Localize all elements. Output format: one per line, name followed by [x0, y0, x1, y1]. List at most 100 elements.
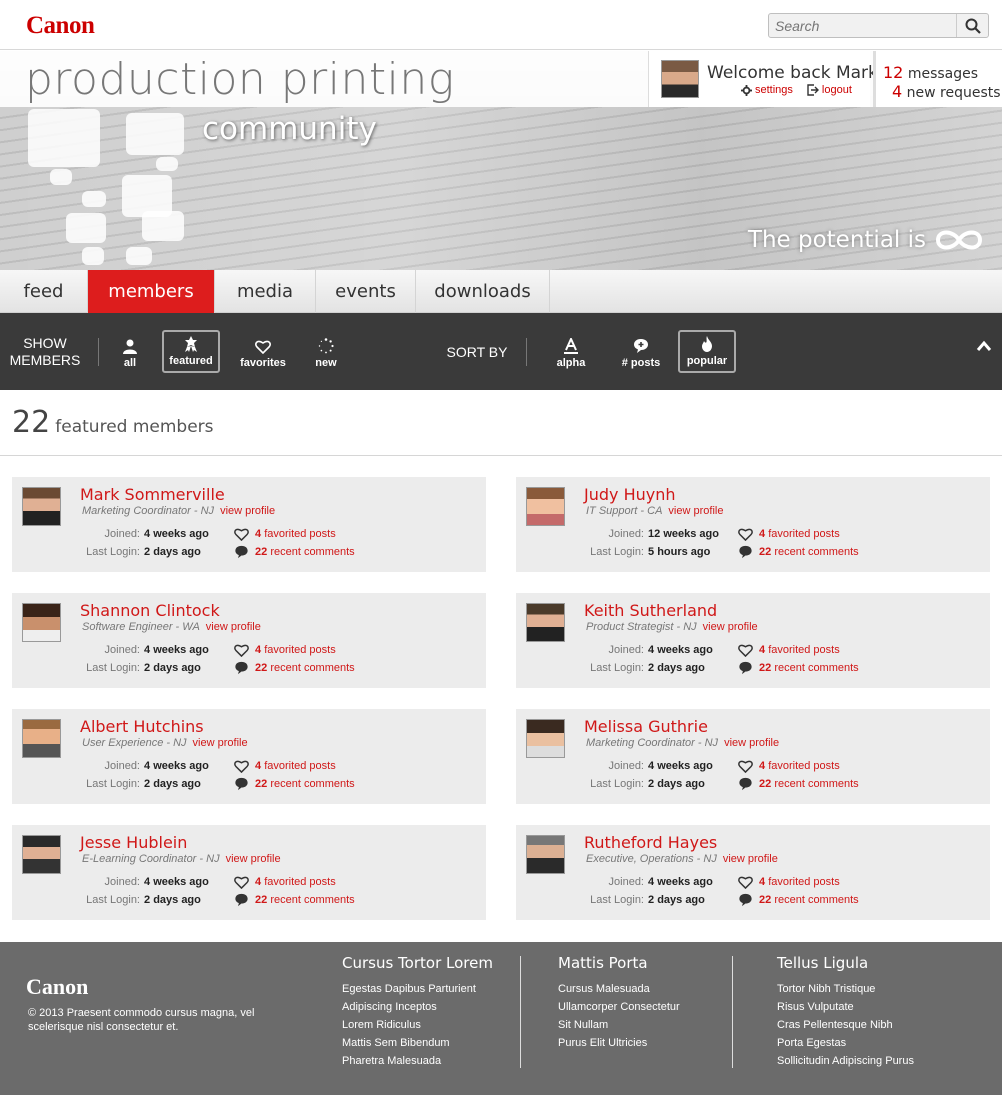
footer-link[interactable]: Mattis Sem Bibendum — [342, 1034, 493, 1052]
footer: Canon © 2013 Praesent commodo cursus mag… — [0, 942, 1002, 1095]
recent-comments-link[interactable]: 22 recent comments — [234, 891, 355, 909]
footer-link[interactable]: Cras Pellentesque Nibh — [777, 1016, 914, 1034]
search-button[interactable] — [956, 14, 988, 37]
tab-events[interactable]: events — [316, 270, 416, 313]
notifications-panel: 12 messages 4 new requests — [873, 51, 1002, 107]
favorited-posts-link[interactable]: 4 favorited posts — [234, 525, 355, 543]
tab-feed[interactable]: feed — [0, 270, 88, 313]
footer-link[interactable]: Porta Egestas — [777, 1034, 914, 1052]
comment-icon — [739, 545, 752, 559]
footer-logo[interactable]: Canon — [26, 974, 88, 1000]
avatar[interactable] — [22, 719, 61, 758]
footer-link[interactable]: Egestas Dapibus Parturient — [342, 980, 493, 998]
logout-link[interactable]: logout — [807, 84, 852, 96]
favorited-posts-link[interactable]: 4 favorited posts — [234, 757, 355, 775]
footer-link[interactable]: Sit Nullam — [558, 1016, 680, 1034]
search-input[interactable] — [769, 14, 957, 37]
flame-icon — [702, 336, 712, 352]
avatar[interactable] — [526, 487, 565, 526]
person-icon — [123, 339, 137, 354]
comment-icon — [739, 777, 752, 791]
avatar[interactable] — [22, 603, 61, 642]
member-role: Marketing Coordinator - NJ view profile — [82, 505, 276, 517]
filter-favorites[interactable]: favorites — [234, 330, 292, 373]
footer-link[interactable]: Risus Vulputate — [777, 998, 914, 1016]
collapse-button[interactable] — [976, 339, 992, 357]
tab-media[interactable]: media — [215, 270, 316, 313]
settings-link[interactable]: settings — [741, 84, 793, 96]
view-profile-link[interactable]: view profile — [206, 621, 261, 633]
member-name[interactable]: Mark Sommerville — [80, 485, 225, 504]
member-stats: 4 favorited posts 22 recent comments — [234, 525, 355, 561]
favorited-posts-link[interactable]: 4 favorited posts — [738, 641, 859, 659]
member-name[interactable]: Jesse Hublein — [80, 833, 187, 852]
heart-icon — [234, 760, 249, 773]
avatar[interactable] — [22, 835, 61, 874]
avatar[interactable] — [22, 487, 61, 526]
requests-link[interactable]: 4 new requests — [892, 82, 1001, 101]
member-role: User Experience - NJ view profile — [82, 737, 248, 749]
avatar[interactable] — [526, 719, 565, 758]
recent-comments-link[interactable]: 22 recent comments — [738, 775, 859, 793]
recent-comments-link[interactable]: 22 recent comments — [234, 659, 355, 677]
view-profile-link[interactable]: view profile — [703, 621, 758, 633]
footer-link[interactable]: Pharetra Malesuada — [342, 1052, 493, 1070]
member-name[interactable]: Albert Hutchins — [80, 717, 204, 736]
member-activity: Joined: 4 weeks ago Last Login: 2 days ago — [86, 528, 209, 558]
view-profile-link[interactable]: view profile — [668, 505, 723, 517]
member-name[interactable]: Keith Sutherland — [584, 601, 717, 620]
avatar[interactable] — [526, 835, 565, 874]
member-stats: 4 favorited posts 22 recent comments — [738, 757, 859, 793]
footer-link[interactable]: Cursus Malesuada — [558, 980, 680, 998]
canon-logo[interactable]: Canon — [26, 12, 95, 40]
footer-link[interactable]: Sollicitudin Adipiscing Purus — [777, 1052, 914, 1070]
sort-posts[interactable]: # posts — [614, 330, 668, 373]
member-activity: Joined: 4 weeks ago Last Login: 2 days ago — [86, 876, 209, 906]
tab-members[interactable]: members — [88, 270, 215, 320]
recent-comments-link[interactable]: 22 recent comments — [738, 543, 859, 561]
recent-comments-link[interactable]: 22 recent comments — [738, 891, 859, 909]
recent-comments-link[interactable]: 22 recent comments — [234, 543, 355, 561]
view-profile-link[interactable]: view profile — [226, 853, 281, 865]
sort-alpha[interactable]: alpha — [548, 330, 594, 373]
favorited-posts-link[interactable]: 4 favorited posts — [738, 757, 859, 775]
member-card: Melissa Guthrie Marketing Coordinator - N… — [516, 709, 990, 804]
tab-downloads[interactable]: downloads — [416, 270, 550, 313]
favorited-posts-link[interactable]: 4 favorited posts — [234, 873, 355, 891]
filter-new[interactable]: new — [304, 330, 348, 373]
member-activity: Joined: 4 weeks ago Last Login: 2 days ago — [590, 876, 713, 906]
view-profile-link[interactable]: view profile — [724, 737, 779, 749]
favorited-posts-link[interactable]: 4 favorited posts — [234, 641, 355, 659]
view-profile-link[interactable]: view profile — [723, 853, 778, 865]
member-name[interactable]: Melissa Guthrie — [584, 717, 708, 736]
gear-icon — [741, 84, 752, 96]
member-name[interactable]: Shannon Clintock — [80, 601, 220, 620]
member-role: Product Strategist - NJ view profile — [586, 621, 758, 633]
favorited-posts-link[interactable]: 4 favorited posts — [738, 873, 859, 891]
members-count: 22 featured members — [12, 405, 214, 440]
comment-icon — [235, 661, 248, 675]
filter-featured[interactable]: featured — [162, 330, 220, 373]
avatar[interactable] — [661, 60, 699, 98]
avatar[interactable] — [526, 603, 565, 642]
comment-icon — [235, 893, 248, 907]
member-name[interactable]: Judy Huynh — [584, 485, 676, 504]
recent-comments-link[interactable]: 22 recent comments — [234, 775, 355, 793]
filter-all[interactable]: all — [108, 330, 152, 373]
footer-link[interactable]: Adipiscing Inceptos — [342, 998, 493, 1016]
sort-popular[interactable]: popular — [678, 330, 736, 373]
footer-link[interactable]: Ullamcorper Consectetur — [558, 998, 680, 1016]
favorited-posts-link[interactable]: 4 favorited posts — [738, 525, 859, 543]
member-name[interactable]: Rutheford Hayes — [584, 833, 717, 852]
recent-comments-link[interactable]: 22 recent comments — [738, 659, 859, 677]
search-icon — [965, 18, 981, 34]
show-members-label: SHOW MEMBERS — [9, 335, 81, 368]
footer-link[interactable]: Lorem Ridiculus — [342, 1016, 493, 1034]
hero-subtitle: community — [202, 111, 377, 147]
footer-link[interactable]: Purus Elit Ultricies — [558, 1034, 680, 1052]
view-profile-link[interactable]: view profile — [193, 737, 248, 749]
view-profile-link[interactable]: view profile — [220, 505, 275, 517]
footer-link[interactable]: Tortor Nibh Tristique — [777, 980, 914, 998]
messages-link[interactable]: 12 messages — [883, 63, 978, 82]
member-activity: Joined: 4 weeks ago Last Login: 2 days ago — [590, 760, 713, 790]
